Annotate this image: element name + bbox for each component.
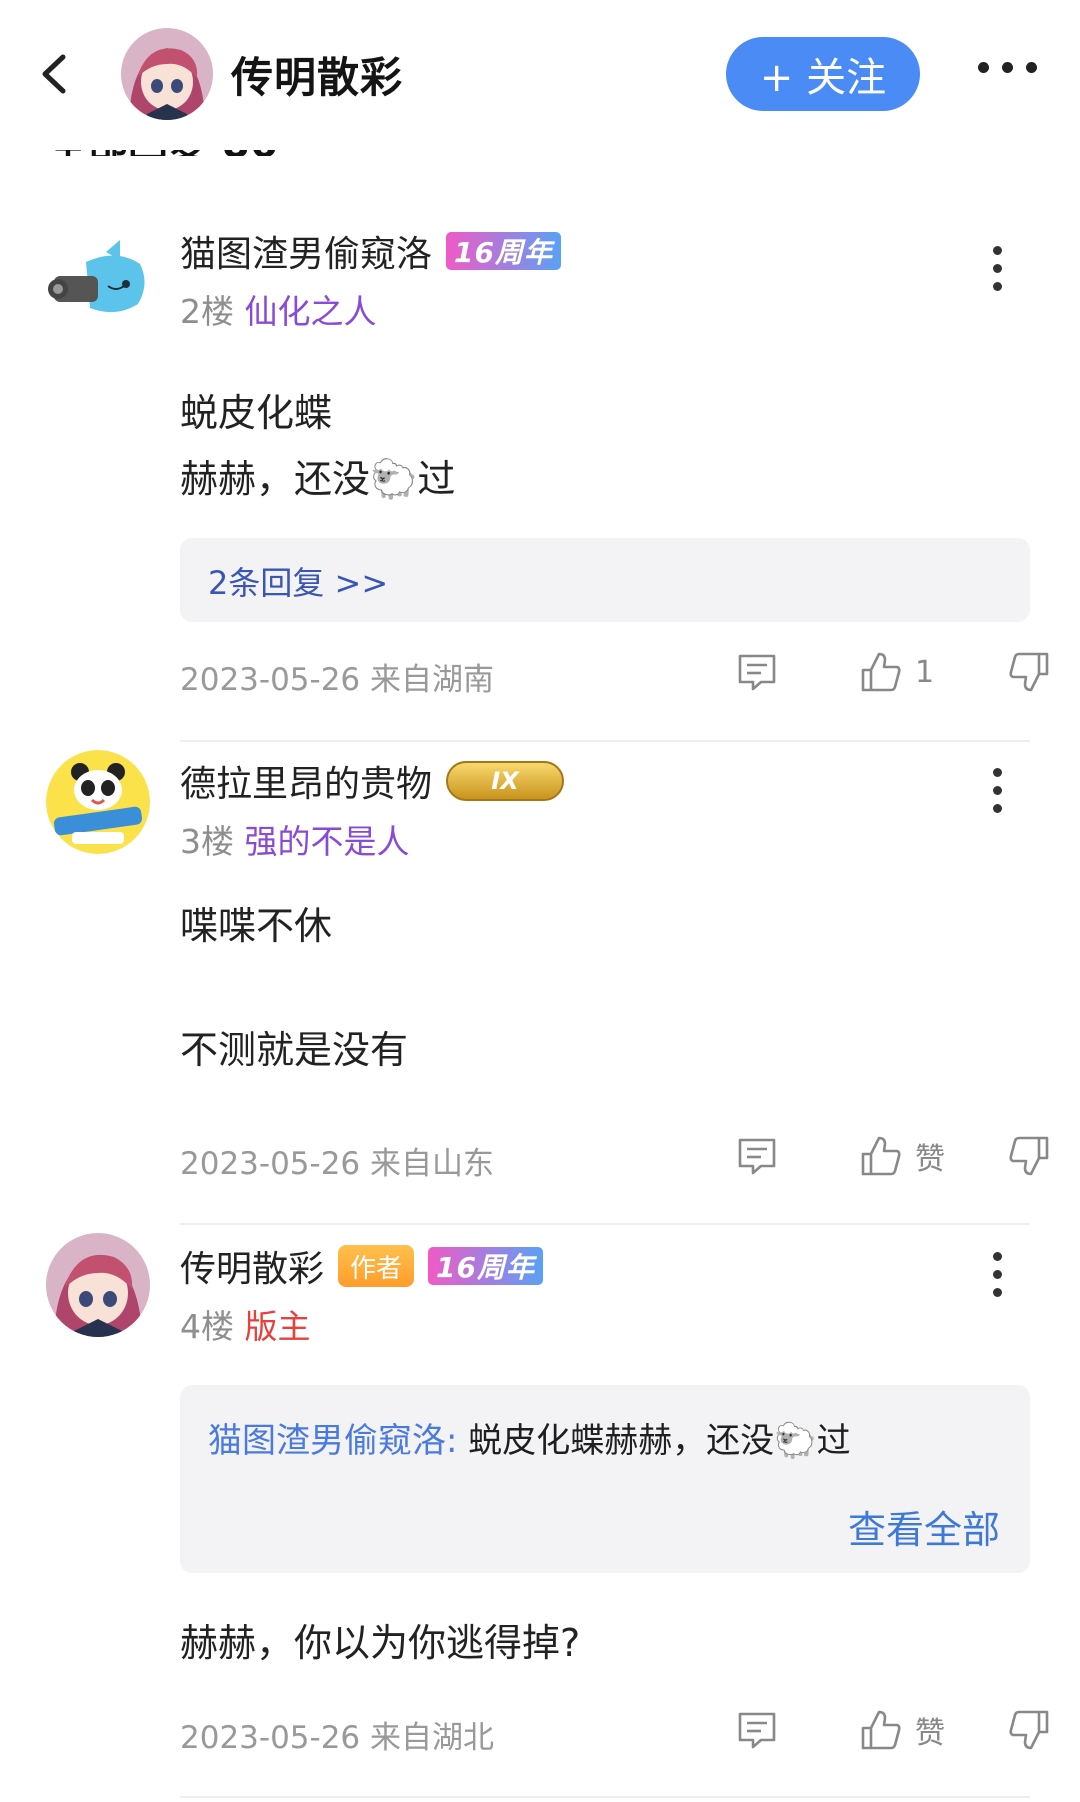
floor-number: 2楼	[180, 292, 234, 331]
comment-actions: 1	[735, 650, 1051, 694]
user-avatar[interactable]	[46, 1233, 150, 1337]
follow-button[interactable]: + 关注	[726, 37, 920, 111]
comment-actions: 赞	[735, 1134, 1051, 1178]
dislike-button[interactable]	[1007, 1708, 1051, 1752]
username[interactable]: 猫图渣男偷窥洛	[180, 225, 432, 277]
view-all-link[interactable]: 查看全部	[848, 1499, 1000, 1554]
post-meta: 2023-05-26 来自山东	[180, 1146, 495, 1182]
dislike-button[interactable]	[1007, 650, 1051, 694]
dislike-button[interactable]	[1007, 1134, 1051, 1178]
floor-info: 3楼 强的不是人	[180, 815, 410, 863]
chevron-left-icon	[42, 54, 66, 94]
comment-line	[180, 957, 408, 1019]
username[interactable]: 德拉里昂的贵物	[180, 755, 432, 807]
top-bar: 传明散彩 + 关注	[0, 0, 1080, 150]
username-row: 传明散彩 作者 16周年	[180, 1240, 543, 1292]
author-badge: 作者	[338, 1245, 415, 1287]
user-title: 仙化之人	[244, 292, 377, 331]
like-count: 1	[915, 654, 935, 690]
thumbs-down-icon	[1009, 652, 1049, 692]
user-avatar[interactable]	[46, 232, 150, 336]
comment-icon	[738, 654, 776, 691]
quote-username[interactable]: 猫图渣男偷窥洛:	[208, 1421, 457, 1461]
user-title: 强的不是人	[244, 822, 410, 861]
like-button[interactable]: 赞	[859, 1134, 1007, 1178]
user-avatar[interactable]	[46, 750, 150, 854]
like-label: 赞	[915, 1142, 945, 1177]
thumbs-down-icon	[1009, 1710, 1049, 1750]
comment-line: 喋喋不休	[180, 904, 333, 948]
back-button[interactable]	[34, 48, 74, 100]
author-avatar[interactable]	[121, 28, 213, 120]
comment-line: 赫赫，你以为你逃得掉?	[180, 1621, 581, 1665]
thumbs-up-icon	[861, 1710, 901, 1750]
comment-text: 蜕皮化蝶 赫赫，还没🐑过	[180, 382, 455, 510]
level-badge: IX	[446, 761, 565, 801]
more-icon[interactable]	[978, 62, 1037, 73]
like-button[interactable]: 赞	[859, 1708, 1007, 1752]
floor-number: 3楼	[180, 822, 234, 861]
thumbs-up-icon	[861, 652, 901, 692]
reply-button[interactable]	[735, 1708, 859, 1752]
floor-number: 4楼	[180, 1307, 234, 1346]
quote-line: 猫图渣男偷窥洛: 蜕皮化蝶赫赫，还没🐑过	[208, 1413, 851, 1462]
username[interactable]: 传明散彩	[180, 1240, 324, 1292]
post-meta: 2023-05-26 来自湖南	[180, 662, 495, 698]
post-meta: 2023-05-26 来自湖北	[180, 1720, 495, 1756]
page-title: 传明散彩	[231, 53, 404, 102]
comment-text: 喋喋不休 不测就是没有	[180, 895, 408, 1081]
kebab-menu-icon[interactable]	[990, 246, 1004, 291]
comment-line: 赫赫，还没🐑过	[180, 457, 456, 501]
anniversary-badge: 16周年	[446, 232, 561, 270]
thumbs-up-icon	[861, 1136, 901, 1176]
comment-icon	[738, 1712, 776, 1749]
like-button[interactable]: 1	[859, 650, 1007, 694]
anniversary-badge: 16周年	[428, 1247, 543, 1285]
quote-preview[interactable]: 猫图渣男偷窥洛: 蜕皮化蝶赫赫，还没🐑过 查看全部	[180, 1385, 1030, 1573]
comment-text: 赫赫，你以为你逃得掉?	[180, 1612, 580, 1674]
thumbs-down-icon	[1009, 1136, 1049, 1176]
reply-button[interactable]	[735, 650, 859, 694]
reply-button[interactable]	[735, 1134, 859, 1178]
comment-icon	[738, 1138, 776, 1175]
divider	[180, 1796, 1030, 1798]
like-label: 赞	[915, 1716, 945, 1751]
kebab-menu-icon[interactable]	[990, 1252, 1004, 1297]
divider	[180, 1223, 1030, 1225]
comment-line: 不测就是没有	[180, 1028, 409, 1072]
divider	[180, 740, 1030, 742]
username-row: 德拉里昂的贵物 IX	[180, 755, 565, 807]
quote-text: 蜕皮化蝶赫赫，还没🐑过	[468, 1421, 851, 1461]
comment-actions: 赞	[735, 1708, 1051, 1752]
floor-info: 4楼 版主	[180, 1300, 311, 1348]
reply-count-link[interactable]: 2条回复 >>	[208, 558, 388, 604]
user-title: 版主	[244, 1307, 311, 1346]
floor-info: 2楼 仙化之人	[180, 285, 377, 333]
comment-line: 蜕皮化蝶	[180, 391, 333, 435]
username-row: 猫图渣男偷窥洛 16周年	[180, 225, 561, 277]
kebab-menu-icon[interactable]	[990, 768, 1004, 813]
reply-preview[interactable]: 2条回复 >>	[180, 538, 1030, 622]
